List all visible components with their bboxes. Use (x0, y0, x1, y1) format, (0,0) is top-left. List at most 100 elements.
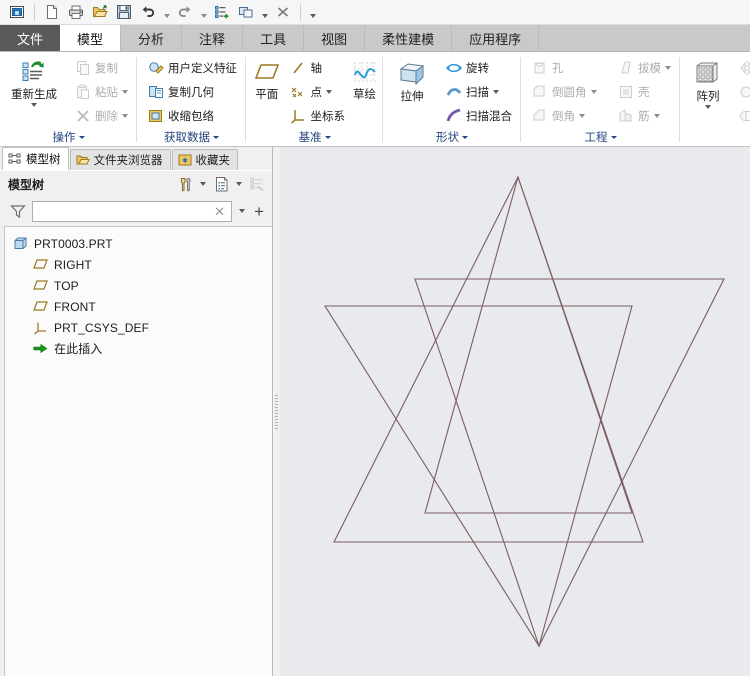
tree-node-csys[interactable]: PRT_CSYS_DEF (5, 317, 272, 338)
swept-blend-label: 扫描混合 (466, 110, 512, 123)
tree-node-right[interactable]: RIGHT (5, 254, 272, 275)
tree-node-insert-here-label: 在此插入 (54, 342, 103, 356)
group-label-engineering[interactable]: 工程 (521, 128, 680, 146)
delete-button[interactable]: 删除 (69, 104, 133, 127)
triangle-down-back (324, 305, 633, 648)
copy-button[interactable]: 复制 (69, 56, 133, 79)
navigator-splitter[interactable] (273, 147, 280, 676)
datum-point-button[interactable]: 点 (285, 80, 351, 103)
rib-button[interactable]: 筋 (612, 104, 676, 127)
group-label-get-data[interactable]: 获取数据 (137, 128, 246, 146)
tree-settings-caret-icon[interactable] (197, 174, 209, 194)
open-icon[interactable] (89, 2, 111, 23)
draft-button[interactable]: 拔模 (612, 56, 676, 79)
round-caret-icon[interactable] (590, 89, 597, 94)
hole-button[interactable]: 孔 (526, 56, 612, 79)
toolbar-overflow-caret[interactable] (307, 2, 318, 23)
group-label-datum[interactable]: 基准 (246, 128, 383, 146)
paste-label: 粘贴 (95, 86, 118, 99)
tab-model[interactable]: 模型 (60, 25, 122, 51)
triangle-up-front (424, 175, 633, 514)
print-icon[interactable] (65, 2, 87, 23)
extrude-button[interactable]: 拉伸 (388, 56, 436, 105)
paste-icon (74, 83, 91, 100)
delete-label: 删除 (95, 110, 118, 123)
merge-button[interactable]: 合并 (733, 104, 750, 127)
regenerate-icon[interactable] (211, 2, 233, 23)
group-label-editing[interactable]: 编辑 (680, 128, 750, 146)
search-input[interactable] (37, 202, 213, 220)
copy-geometry-button[interactable]: 复制几何 (142, 80, 242, 103)
tree-display-icon[interactable] (211, 174, 231, 194)
model-geometry (324, 175, 725, 648)
mirror-button[interactable]: 镜像 (733, 56, 750, 79)
shell-button[interactable]: 壳 (612, 80, 676, 103)
search-options-caret-icon[interactable] (236, 201, 248, 221)
tab-analysis[interactable]: 分析 (121, 25, 183, 51)
window-switch-icon[interactable] (235, 2, 257, 23)
nav-tab-favorites[interactable]: 收藏夹 (171, 149, 238, 170)
shell-label: 壳 (638, 86, 650, 99)
add-filter-icon[interactable]: + (252, 203, 266, 220)
shrinkwrap-button[interactable]: 收缩包络 (142, 104, 242, 127)
undo-dropdown-caret[interactable] (161, 2, 172, 23)
redo-icon[interactable] (174, 2, 196, 23)
tree-node-insert-here[interactable]: 在此插入 (5, 338, 272, 359)
tab-tools[interactable]: 工具 (243, 25, 305, 51)
tree-node-part[interactable]: PRT0003.PRT (5, 233, 272, 254)
close-window-icon[interactable] (272, 2, 294, 23)
new-icon[interactable] (41, 2, 63, 23)
swept-blend-button[interactable]: 扫描混合 (440, 104, 517, 127)
paste-caret-icon[interactable] (122, 89, 128, 94)
rib-caret-icon[interactable] (653, 113, 660, 118)
udf-button[interactable]: 用户定义特征 (142, 56, 242, 79)
tab-annotate[interactable]: 注释 (182, 25, 244, 51)
sweep-caret-icon[interactable] (493, 89, 499, 94)
tree-node-front[interactable]: FRONT (5, 296, 272, 317)
rib-label: 筋 (638, 110, 650, 123)
window-dropdown-caret[interactable] (259, 2, 270, 23)
regenerate-button[interactable]: 重新生成 (5, 56, 63, 108)
app-window-icon[interactable] (6, 2, 28, 23)
datum-axis-label: 轴 (310, 62, 323, 75)
sweep-label: 扫描 (466, 86, 489, 99)
datum-csys-button[interactable]: 坐标系 (285, 104, 351, 127)
sketch-button[interactable]: 草绘 (350, 56, 379, 103)
round-button[interactable]: 倒圆角 (526, 80, 612, 103)
datum-axis-button[interactable]: 轴 (285, 56, 351, 79)
search-input-wrapper[interactable]: ✕ (32, 200, 233, 222)
graphics-window[interactable] (280, 147, 750, 676)
save-icon[interactable] (113, 2, 135, 23)
draft-caret-icon[interactable] (665, 65, 671, 70)
revolve-button[interactable]: 旋转 (440, 56, 517, 79)
tab-applications[interactable]: 应用程序 (452, 25, 540, 51)
pattern-caret-icon[interactable] (705, 105, 711, 110)
group-label-shapes[interactable]: 形状 (383, 128, 521, 146)
tree-display-caret-icon[interactable] (233, 174, 245, 194)
tab-view[interactable]: 视图 (304, 25, 366, 51)
tab-file[interactable]: 文件 (0, 25, 61, 51)
chamfer-caret-icon[interactable] (579, 113, 585, 118)
nav-tab-model-tree[interactable]: 模型树 (2, 147, 69, 170)
chamfer-button[interactable]: 倒角 (526, 104, 612, 127)
paste-button[interactable]: 粘贴 (69, 80, 133, 103)
redo-dropdown-caret[interactable] (198, 2, 209, 23)
sweep-button[interactable]: 扫描 (440, 80, 517, 103)
tree-settings-icon[interactable] (175, 174, 195, 194)
regenerate-caret-icon[interactable] (31, 103, 37, 108)
trim-button[interactable]: 修剪 (733, 80, 750, 103)
datum-plane-button[interactable]: 平面 (251, 56, 283, 103)
tab-flexible-modeling[interactable]: 柔性建模 (365, 25, 453, 51)
nav-tab-folder-browser[interactable]: 文件夹浏览器 (69, 149, 171, 170)
datum-point-caret-icon[interactable] (326, 89, 333, 94)
group-label-datum-text: 基准 (298, 132, 322, 144)
ribbon-group-editing: 阵列 镜像 修剪 (680, 52, 750, 146)
group-label-operations[interactable]: 操作 (0, 128, 137, 146)
tree-node-top[interactable]: TOP (5, 275, 272, 296)
clear-search-icon[interactable]: ✕ (212, 205, 227, 218)
undo-icon[interactable] (137, 2, 159, 23)
delete-caret-icon[interactable] (122, 113, 128, 118)
ribbon-group-engineering: 孔 倒圆角 倒角 拔模 壳 筋 工程 (521, 52, 680, 146)
delete-x-icon (74, 107, 91, 124)
pattern-button[interactable]: 阵列 (685, 56, 731, 110)
